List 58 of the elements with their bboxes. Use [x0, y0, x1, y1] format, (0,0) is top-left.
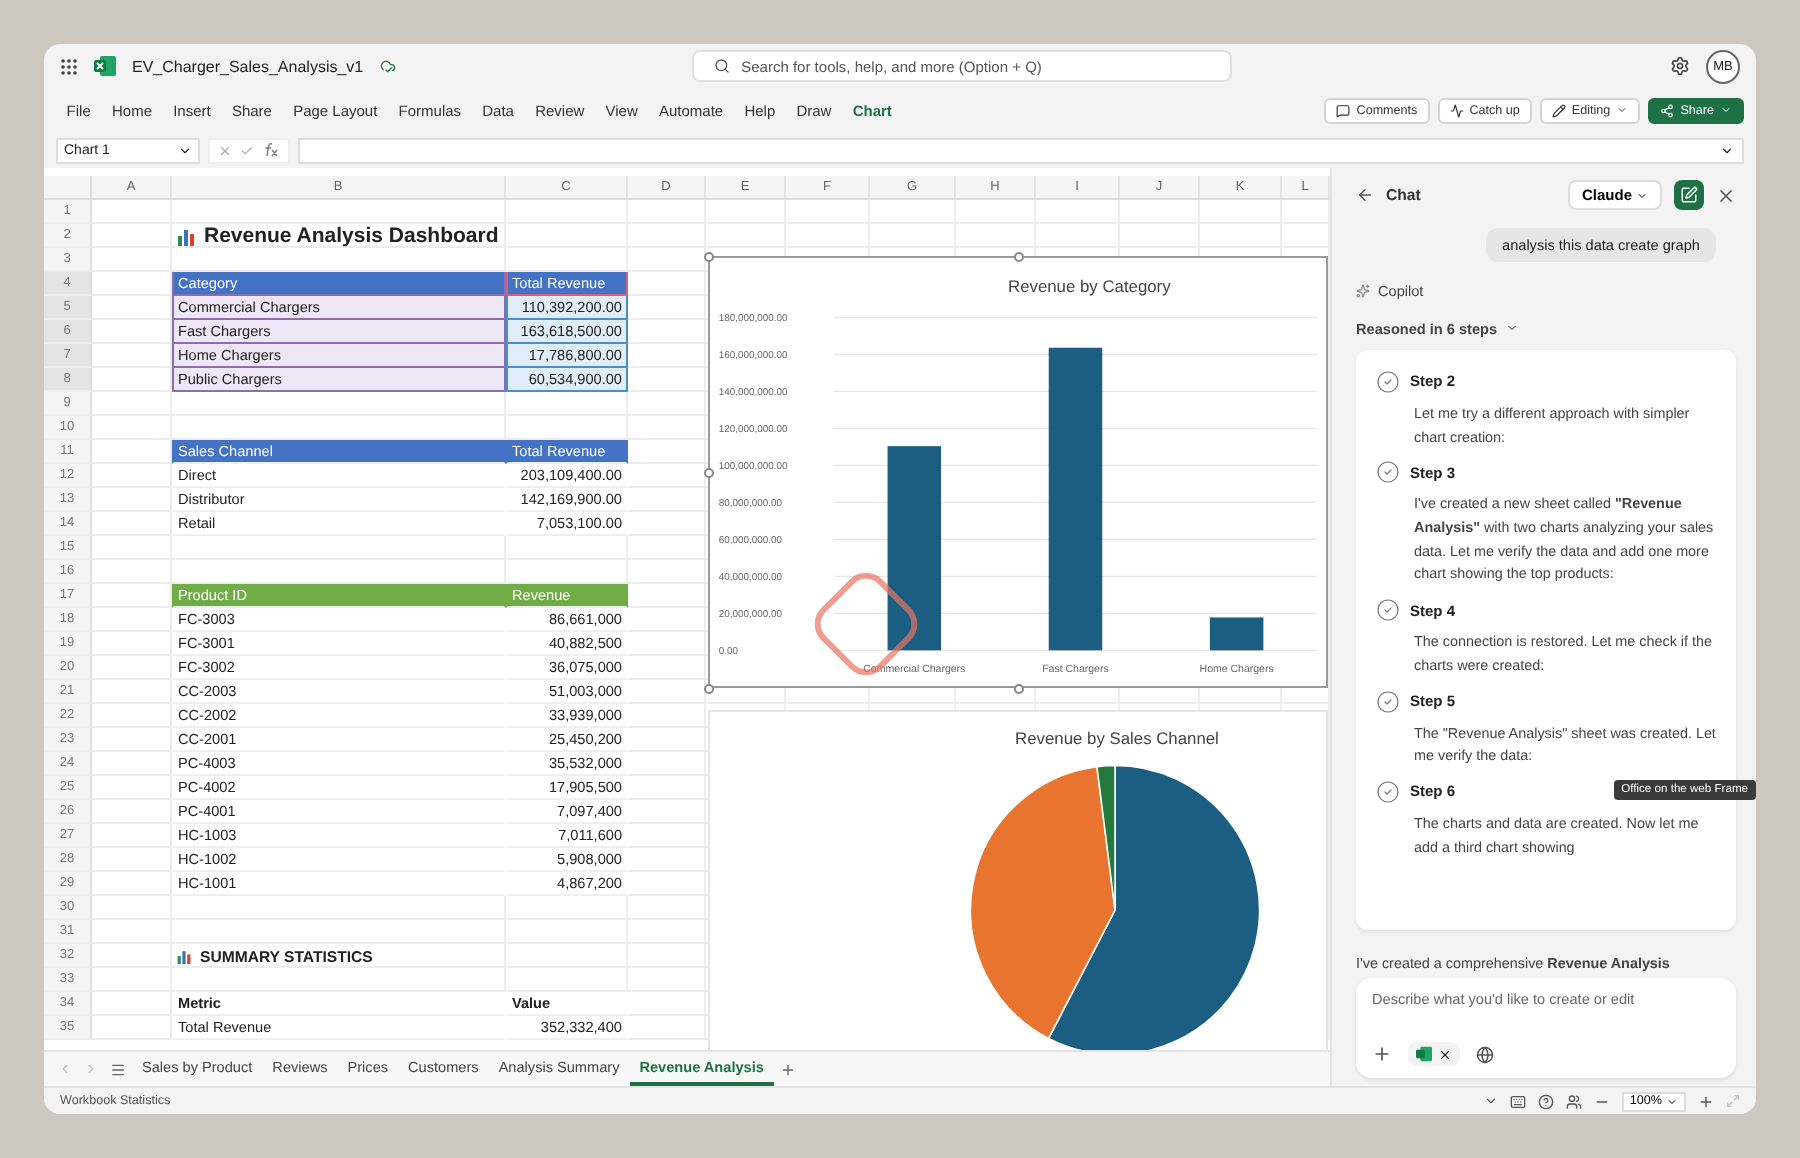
resize-handle[interactable]: [704, 468, 714, 478]
check-circle-icon: [1376, 369, 1400, 394]
assistant-icon: [1356, 283, 1370, 298]
spreadsheet-logo-icon: [94, 56, 116, 76]
globe-icon[interactable]: [1476, 1045, 1494, 1063]
chevron-left-icon: [58, 1062, 72, 1076]
keyboard-icon[interactable]: [1509, 1093, 1526, 1109]
pie-chart[interactable]: Revenue by Sales Channel: [708, 710, 1328, 1050]
chart-title: Revenue by Sales Channel: [1015, 727, 1219, 748]
resize-handle[interactable]: [704, 252, 714, 262]
settings-icon[interactable]: [1670, 56, 1690, 76]
chart-bar: [1209, 617, 1264, 651]
check-circle-icon: [1376, 779, 1400, 804]
dashboard-title: Revenue Analysis Dashboard: [204, 224, 499, 248]
help-icon[interactable]: [1537, 1093, 1554, 1109]
check-icon: [240, 143, 254, 157]
plus-icon: [779, 1061, 796, 1077]
file-chip[interactable]: [1408, 1042, 1460, 1066]
function-icon[interactable]: [262, 142, 280, 158]
new-chat-button[interactable]: [1674, 180, 1704, 211]
bar-chart[interactable]: [708, 256, 1328, 688]
check-circle-icon: [1376, 460, 1400, 485]
check-circle-icon: [1376, 689, 1400, 714]
chart-title: Revenue by Category: [1008, 275, 1171, 296]
people-icon[interactable]: [1565, 1093, 1582, 1109]
caret-icon[interactable]: [1505, 322, 1518, 335]
caret-icon[interactable]: [1483, 1094, 1498, 1108]
share-icon: [1660, 103, 1675, 117]
activity-icon: [1449, 103, 1464, 117]
back-icon[interactable]: [1356, 186, 1374, 205]
menu-icon: [110, 1061, 126, 1077]
close-icon[interactable]: [1716, 185, 1736, 206]
cloud-check-icon: [379, 58, 396, 74]
bar-chart-icon: [176, 948, 192, 964]
resize-handle[interactable]: [1014, 684, 1024, 694]
check-circle-icon: [1376, 598, 1400, 623]
formula-input[interactable]: [298, 137, 1744, 163]
app-launcher-icon[interactable]: [60, 57, 78, 75]
add-icon[interactable]: [1372, 1044, 1392, 1064]
caret-icon: [178, 143, 192, 157]
caret-icon: [1636, 189, 1648, 202]
caret-icon: [1720, 143, 1734, 157]
resize-handle[interactable]: [1014, 252, 1024, 262]
spreadsheet-logo-icon: [1416, 1046, 1432, 1062]
pencil-icon: [1551, 103, 1566, 117]
chevron-right-icon: [84, 1062, 98, 1076]
search-icon: [713, 58, 730, 74]
comment-icon: [1336, 103, 1351, 117]
caret-icon: [1720, 104, 1732, 116]
file-name[interactable]: EV_Charger_Sales_Analysis_v1: [132, 57, 364, 75]
remove-icon[interactable]: [1438, 1047, 1452, 1061]
cancel-icon: [218, 143, 232, 157]
edit-icon: [1680, 186, 1698, 205]
bar-chart-icon: [176, 226, 196, 246]
resize-handle[interactable]: [704, 684, 714, 694]
caret-icon: [1616, 104, 1629, 116]
caret-icon: [1666, 1095, 1678, 1107]
zoom-in-icon[interactable]: [1698, 1093, 1714, 1109]
